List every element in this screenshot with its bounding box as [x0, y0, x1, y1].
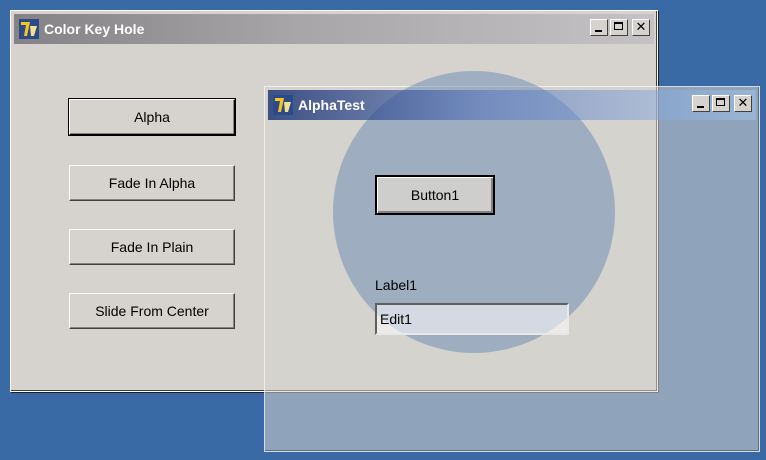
title-bar-buttons: ✕	[590, 19, 650, 36]
slide-from-center-button[interactable]: Slide From Center	[69, 293, 235, 329]
minimize-button[interactable]	[590, 19, 608, 36]
window-title: AlphaTest	[298, 97, 365, 113]
maximize-icon	[716, 98, 725, 106]
delphi-icon	[19, 19, 39, 39]
close-icon: ✕	[635, 20, 647, 35]
alphatest-window: AlphaTest ✕ Button1 Label1	[264, 71, 760, 452]
minimize-icon	[595, 30, 602, 32]
alpha-button[interactable]: Alpha	[68, 98, 236, 136]
fade-in-alpha-button[interactable]: Fade In Alpha	[69, 165, 235, 201]
close-icon: ✕	[737, 96, 749, 111]
close-button[interactable]: ✕	[734, 95, 752, 112]
close-button[interactable]: ✕	[632, 19, 650, 36]
fade-in-plain-button[interactable]: Fade In Plain	[69, 229, 235, 265]
minimize-icon	[697, 106, 704, 108]
title-bar-buttons: ✕	[692, 95, 752, 112]
maximize-button[interactable]	[610, 19, 628, 36]
title-bar[interactable]: AlphaTest ✕	[268, 90, 756, 120]
label1: Label1	[375, 277, 418, 293]
window-title: Color Key Hole	[44, 21, 145, 37]
edit1-field[interactable]	[375, 303, 569, 335]
minimize-button[interactable]	[692, 95, 710, 112]
maximize-icon	[614, 22, 623, 30]
title-bar[interactable]: Color Key Hole ✕	[14, 14, 654, 44]
maximize-button[interactable]	[712, 95, 730, 112]
delphi-icon	[273, 95, 293, 115]
button1[interactable]: Button1	[375, 175, 495, 215]
